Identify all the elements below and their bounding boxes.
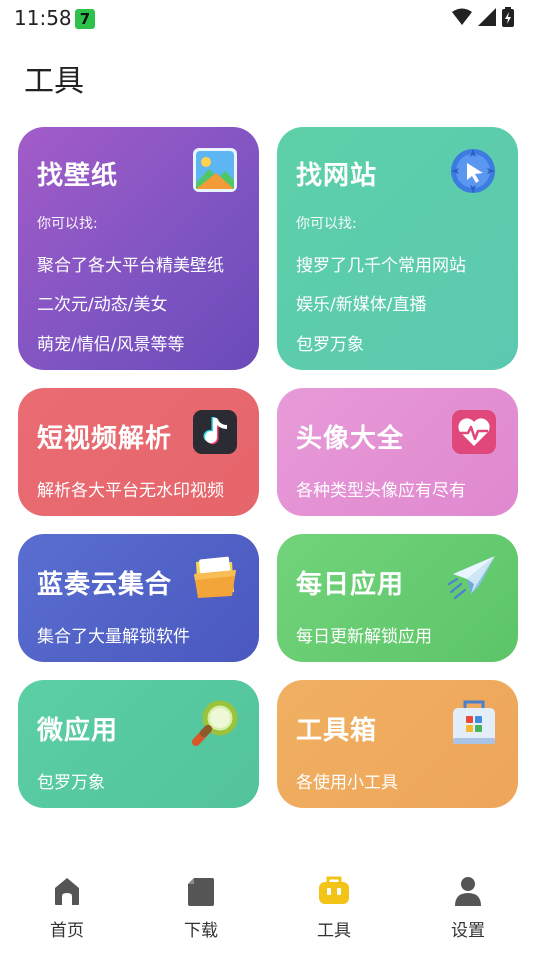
card-title: 蓝奏云集合 (37, 570, 173, 600)
status-bar: 11:58 7 (0, 0, 536, 36)
card-title: 头像大全 (296, 424, 405, 454)
folder-icon (194, 556, 236, 598)
page-title: 工具 (24, 64, 84, 99)
tab-label: 工具 (317, 921, 351, 941)
toolbox-icon (453, 700, 495, 744)
tab-tools[interactable]: 工具 (294, 874, 374, 941)
card-toolbox[interactable]: 工具箱 各使用小工具 (277, 680, 518, 808)
card-subtitle: 你可以找: (37, 216, 98, 232)
tab-download[interactable]: 下载 (161, 874, 241, 941)
card-avatars[interactable]: 头像大全 各种类型头像应有尽有 (277, 388, 518, 516)
card-daily-apps[interactable]: 每日应用 每日更新解锁应用 (277, 534, 518, 662)
card-title: 短视频解析 (37, 424, 173, 454)
card-line: 包罗万象 (296, 335, 364, 355)
card-line: 各种类型头像应有尽有 (296, 481, 466, 501)
card-line: 萌宠/情侣/风景等等 (37, 335, 185, 355)
card-video-parse[interactable]: 短视频解析 解析各大平台无水印视频 (18, 388, 259, 516)
download-icon (188, 878, 214, 906)
bottom-tab-bar: 首页 下载 工具 设置 (0, 860, 536, 953)
tab-label: 下载 (184, 921, 218, 941)
card-wallpaper[interactable]: 找壁纸 你可以找: 聚合了各大平台精美壁纸 二次元/动态/美女 萌宠/情侣/风景… (18, 127, 259, 370)
card-line: 聚合了各大平台精美壁纸 (37, 256, 224, 276)
wifi-icon (452, 8, 472, 25)
card-title: 找网站 (296, 161, 378, 191)
card-websites[interactable]: 找网站 你可以找: 搜罗了几千个常用网站 娱乐/新媒体/直播 包罗万象 (277, 127, 518, 370)
music-note-icon (193, 410, 237, 454)
magnifier-icon (192, 700, 238, 746)
status-icons (452, 7, 514, 27)
person-icon (455, 877, 481, 906)
card-title: 找壁纸 (37, 161, 119, 191)
tab-label: 设置 (451, 921, 485, 941)
card-line: 集合了大量解锁软件 (37, 627, 190, 647)
status-time: 11:58 (14, 6, 72, 30)
signal-icon (478, 8, 496, 26)
card-line: 娱乐/新媒体/直播 (296, 295, 427, 315)
card-subtitle: 你可以找: (296, 216, 357, 232)
card-line: 搜罗了几千个常用网站 (296, 256, 466, 276)
card-title: 每日应用 (296, 570, 405, 600)
card-line: 解析各大平台无水印视频 (37, 481, 224, 501)
card-lanzou[interactable]: 蓝奏云集合 集合了大量解锁软件 (18, 534, 259, 662)
card-title: 微应用 (37, 716, 119, 746)
card-micro-apps[interactable]: 微应用 包罗万象 (18, 680, 259, 808)
card-line: 包罗万象 (37, 773, 105, 793)
card-line: 每日更新解锁应用 (296, 627, 432, 647)
battery-icon (502, 7, 514, 27)
tab-settings[interactable]: 设置 (428, 874, 508, 941)
compass-cursor-icon (451, 149, 495, 193)
home-icon (55, 878, 79, 905)
paper-plane-icon (447, 556, 495, 600)
card-title: 工具箱 (296, 716, 378, 746)
tab-home[interactable]: 首页 (27, 874, 107, 941)
notification-badge: 7 (75, 9, 95, 29)
card-line: 各使用小工具 (296, 773, 398, 793)
tab-label: 首页 (50, 921, 84, 941)
toolbox-icon (319, 876, 349, 904)
heart-pulse-icon (452, 410, 496, 454)
wallpaper-icon (193, 148, 237, 192)
card-line: 二次元/动态/美女 (37, 295, 168, 315)
